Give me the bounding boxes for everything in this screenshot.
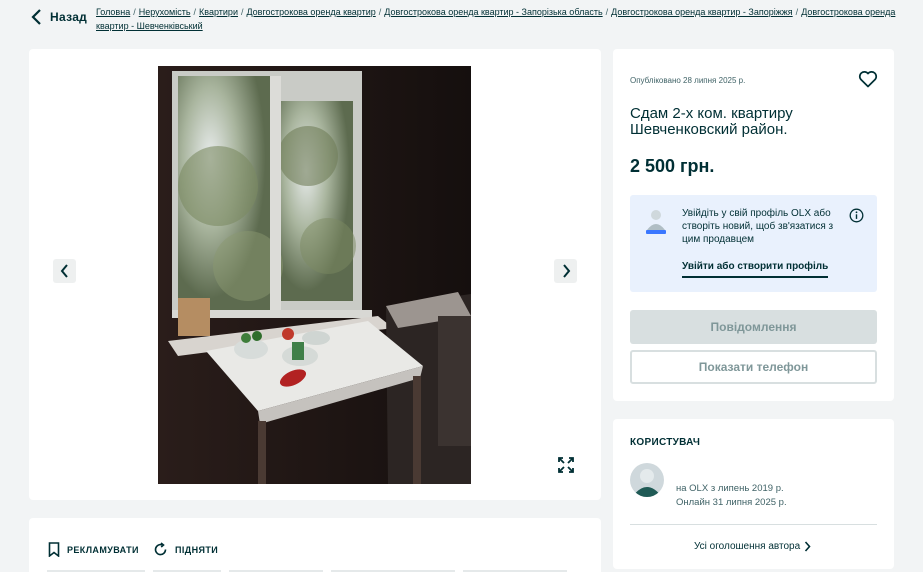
listing-card: Опубліковано 28 липня 2025 р. Сдам 2-х к…: [613, 49, 894, 401]
listing-price: 2 500 грн.: [630, 156, 715, 176]
listing-photo[interactable]: [158, 66, 471, 484]
back-button[interactable]: Назад: [30, 8, 87, 26]
breadcrumb-real-estate[interactable]: Нерухомість: [139, 7, 191, 17]
breadcrumb-region[interactable]: Довгострокова оренда квартир - Запорізьк…: [384, 7, 602, 17]
default-avatar-icon: [630, 463, 664, 497]
seller-heading: КОРИСТУВАЧ: [630, 437, 701, 448]
kitchen-window-photo: [158, 66, 471, 484]
refresh-icon: [154, 542, 167, 556]
photo-gallery: [29, 49, 601, 500]
seller-card: КОРИСТУВАЧ на OLX з липень 2019 р. Онлай…: [613, 419, 894, 569]
back-label: Назад: [50, 10, 88, 24]
chevron-right-icon: [562, 264, 570, 278]
breadcrumb-home[interactable]: Головна: [96, 7, 130, 17]
seller-since: на OLX з липень 2019 р.: [676, 483, 784, 494]
breadcrumb-long-term-rent[interactable]: Довгострокова оренда квартир: [246, 7, 375, 17]
published-date: Опубліковано 28 липня 2025 р.: [630, 76, 746, 85]
bookmark-icon: [48, 542, 60, 557]
all-seller-ads-link[interactable]: Усі оголошення автора: [694, 541, 811, 552]
promote-label: РЕКЛАМУВАТИ: [67, 544, 139, 555]
ad-actions: РЕКЛАМУВАТИ ПІДНЯТИ: [29, 518, 601, 572]
favorite-button[interactable]: [858, 70, 878, 88]
promote-button[interactable]: РЕКЛАМУВАТИ: [48, 542, 139, 557]
login-prompt-text: Увійдіть у свій профіль OLX або створіть…: [682, 208, 834, 245]
gallery-prev-button[interactable]: [53, 259, 76, 283]
gallery-next-button[interactable]: [554, 259, 577, 283]
top-bar: Назад Головна / Нерухомість / Квартири / Довго…: [0, 0, 923, 40]
login-link[interactable]: Увійти або створити профіль: [682, 261, 829, 278]
breadcrumb-city[interactable]: Довгострокова оренда квартир - Запоріжжя: [611, 7, 793, 17]
info-icon[interactable]: [849, 208, 864, 223]
chevron-left-icon: [31, 9, 41, 25]
expand-icon: [558, 457, 574, 473]
login-prompt-box: Увійдіть у свій профіль OLX або створіть…: [630, 195, 877, 292]
avatar[interactable]: [630, 463, 664, 497]
chevron-right-icon: [805, 541, 811, 552]
raise-button[interactable]: ПІДНЯТИ: [153, 542, 218, 557]
fullscreen-button[interactable]: [554, 453, 578, 477]
divider: [630, 524, 877, 525]
chevron-left-icon: [60, 264, 68, 278]
breadcrumb-apartments[interactable]: Квартири: [199, 7, 238, 17]
heart-icon: [858, 71, 878, 88]
listing-title: Сдам 2-х ком. квартиру Шевченковский рай…: [630, 105, 793, 138]
user-illustration-icon: [646, 210, 666, 234]
breadcrumb: Головна / Нерухомість / Квартири / Довгостроко…: [96, 7, 896, 31]
show-phone-button[interactable]: Показати телефон: [630, 350, 877, 384]
raise-label: ПІДНЯТИ: [175, 544, 219, 555]
seller-last-online: Онлайн 31 липня 2025 р.: [676, 497, 787, 508]
message-button[interactable]: Повідомлення: [630, 310, 877, 344]
all-ads-label: Усі оголошення автора: [694, 541, 801, 552]
